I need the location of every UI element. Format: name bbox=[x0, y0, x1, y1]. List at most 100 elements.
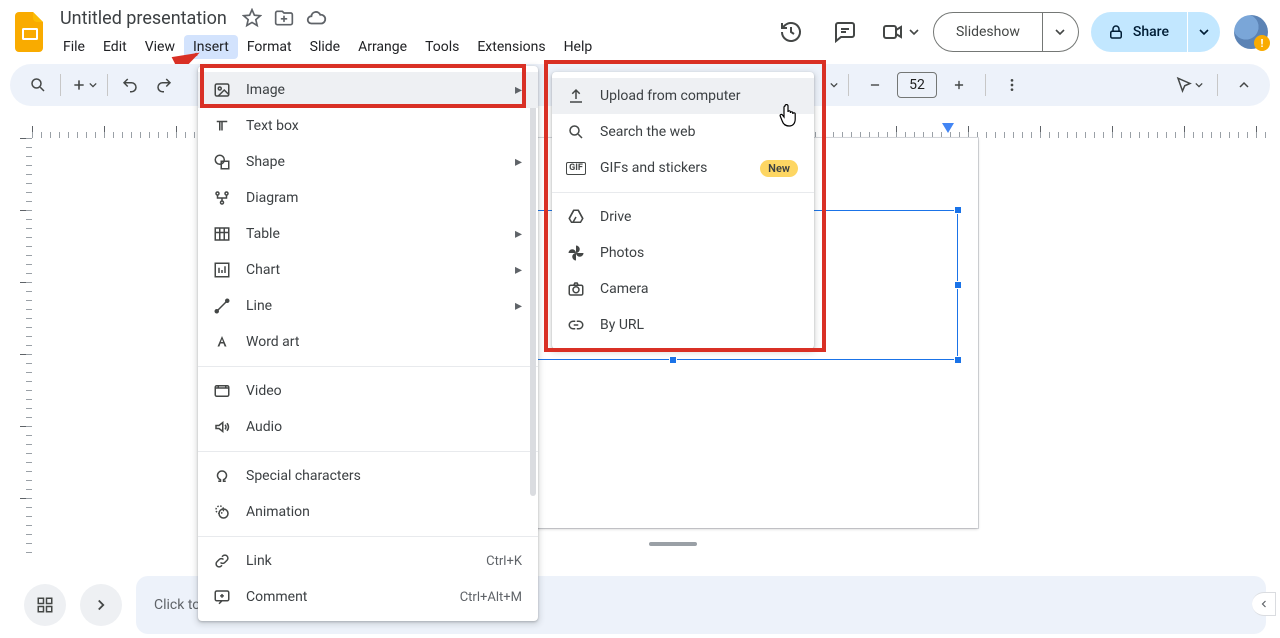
wordart-icon bbox=[212, 332, 232, 352]
grid-view-button[interactable] bbox=[24, 584, 66, 626]
menu-slide[interactable]: Slide bbox=[301, 35, 349, 59]
title-column: Untitled presentation File Edit View Ins… bbox=[56, 4, 601, 60]
insert-animation[interactable]: Animation bbox=[198, 494, 538, 530]
menu-arrange[interactable]: Arrange bbox=[349, 35, 416, 59]
insert-image[interactable]: Image ▸ bbox=[198, 72, 538, 108]
menu-label: Image bbox=[246, 82, 501, 98]
insert-from-drive[interactable]: Drive bbox=[552, 199, 814, 235]
search-the-web[interactable]: Search the web bbox=[552, 114, 814, 150]
pointer-mode-icon[interactable] bbox=[1171, 69, 1207, 101]
link-icon bbox=[212, 551, 232, 571]
drive-icon bbox=[566, 207, 586, 227]
chart-icon bbox=[212, 260, 232, 280]
photos-icon bbox=[566, 243, 586, 263]
meet-button[interactable] bbox=[881, 20, 919, 44]
submenu-arrow-icon: ▸ bbox=[515, 226, 522, 242]
menu-label: Link bbox=[246, 553, 472, 569]
menu-separator bbox=[198, 451, 538, 452]
menu-insert[interactable]: Insert bbox=[184, 35, 238, 59]
menu-label: Special characters bbox=[246, 468, 522, 484]
chevron-down-icon[interactable] bbox=[830, 81, 838, 89]
gifs-and-stickers[interactable]: GIF GIFs and stickers New bbox=[552, 150, 814, 186]
ruler-indent-marker[interactable] bbox=[942, 123, 954, 133]
menu-format[interactable]: Format bbox=[238, 35, 301, 59]
image-submenu: Upload from computer Search the web GIF … bbox=[552, 72, 814, 349]
insert-chart[interactable]: Chart ▸ bbox=[198, 252, 538, 288]
undo-button[interactable] bbox=[114, 69, 146, 101]
font-size-increase[interactable] bbox=[943, 69, 975, 101]
cloud-status-icon[interactable] bbox=[305, 7, 327, 29]
insert-by-url[interactable]: By URL bbox=[552, 307, 814, 343]
account-avatar[interactable] bbox=[1234, 15, 1268, 49]
share-label: Share bbox=[1133, 24, 1169, 40]
menu-help[interactable]: Help bbox=[555, 35, 602, 59]
insert-shape[interactable]: Shape ▸ bbox=[198, 144, 538, 180]
redo-button[interactable] bbox=[148, 69, 180, 101]
insert-special-characters[interactable]: Special characters bbox=[198, 458, 538, 494]
insert-textbox[interactable]: Text box bbox=[198, 108, 538, 144]
video-icon bbox=[212, 381, 232, 401]
menu-tools[interactable]: Tools bbox=[416, 35, 468, 59]
menu-label: Comment bbox=[246, 589, 446, 605]
collapse-toolbar-icon[interactable] bbox=[1228, 69, 1260, 101]
font-size-input[interactable]: 52 bbox=[897, 72, 937, 98]
history-icon[interactable] bbox=[773, 14, 809, 50]
share-group: Share bbox=[1091, 12, 1220, 52]
explore-button[interactable] bbox=[1252, 592, 1276, 616]
collab-icons bbox=[773, 14, 919, 50]
move-icon[interactable] bbox=[273, 7, 295, 29]
share-button[interactable]: Share bbox=[1091, 12, 1187, 52]
insert-video[interactable]: Video bbox=[198, 373, 538, 409]
star-icon[interactable] bbox=[241, 7, 263, 29]
insert-from-camera[interactable]: Camera bbox=[552, 271, 814, 307]
filmstrip-next-button[interactable] bbox=[80, 584, 122, 626]
menu-label: Camera bbox=[600, 281, 798, 297]
new-slide-button[interactable] bbox=[67, 69, 101, 101]
document-bar: Untitled presentation File Edit View Ins… bbox=[0, 0, 1280, 64]
menu-edit[interactable]: Edit bbox=[94, 35, 136, 59]
textbox-icon bbox=[212, 116, 232, 136]
submenu-arrow-icon: ▸ bbox=[515, 262, 522, 278]
slideshow-dropdown[interactable] bbox=[1043, 12, 1079, 52]
gif-icon: GIF bbox=[566, 158, 586, 178]
diagram-icon bbox=[212, 188, 232, 208]
animation-icon bbox=[212, 502, 232, 522]
new-badge: New bbox=[760, 160, 798, 177]
slide-resize-handle[interactable] bbox=[649, 542, 697, 546]
more-options-icon[interactable] bbox=[996, 69, 1028, 101]
menu-label: Chart bbox=[246, 262, 501, 278]
insert-table[interactable]: Table ▸ bbox=[198, 216, 538, 252]
speaker-notes-prompt: Click to bbox=[154, 597, 200, 613]
font-size-decrease[interactable] bbox=[859, 69, 891, 101]
menubar: File Edit View Insert Format Slide Arran… bbox=[54, 34, 601, 60]
menu-label: GIFs and stickers bbox=[600, 160, 746, 176]
insert-from-photos[interactable]: Photos bbox=[552, 235, 814, 271]
menu-view[interactable]: View bbox=[136, 35, 184, 59]
insert-audio[interactable]: Audio bbox=[198, 409, 538, 445]
menu-label: Word art bbox=[246, 334, 522, 350]
menu-label: Audio bbox=[246, 419, 522, 435]
menu-file[interactable]: File bbox=[54, 35, 94, 59]
menu-separator bbox=[198, 366, 538, 367]
camera-icon bbox=[566, 279, 586, 299]
search-menus-icon[interactable] bbox=[22, 69, 54, 101]
vertical-ruler bbox=[14, 138, 32, 560]
menu-label: Photos bbox=[600, 245, 798, 261]
comments-icon[interactable] bbox=[827, 14, 863, 50]
slides-logo[interactable] bbox=[10, 12, 50, 52]
menu-extensions[interactable]: Extensions bbox=[468, 35, 554, 59]
insert-wordart[interactable]: Word art bbox=[198, 324, 538, 360]
upload-from-computer[interactable]: Upload from computer bbox=[552, 78, 814, 114]
insert-line[interactable]: Line ▸ bbox=[198, 288, 538, 324]
share-dropdown[interactable] bbox=[1188, 12, 1220, 52]
insert-diagram[interactable]: Diagram bbox=[198, 180, 538, 216]
insert-comment[interactable]: Comment Ctrl+Alt+M bbox=[198, 579, 538, 615]
document-title[interactable]: Untitled presentation bbox=[56, 6, 231, 31]
slideshow-group: Slideshow bbox=[933, 12, 1079, 52]
menu-label: Animation bbox=[246, 504, 522, 520]
insert-link[interactable]: Link Ctrl+K bbox=[198, 543, 538, 579]
menu-separator bbox=[552, 192, 814, 193]
slideshow-button[interactable]: Slideshow bbox=[933, 12, 1043, 52]
submenu-arrow-icon: ▸ bbox=[515, 154, 522, 170]
menu-label: Search the web bbox=[600, 124, 798, 140]
